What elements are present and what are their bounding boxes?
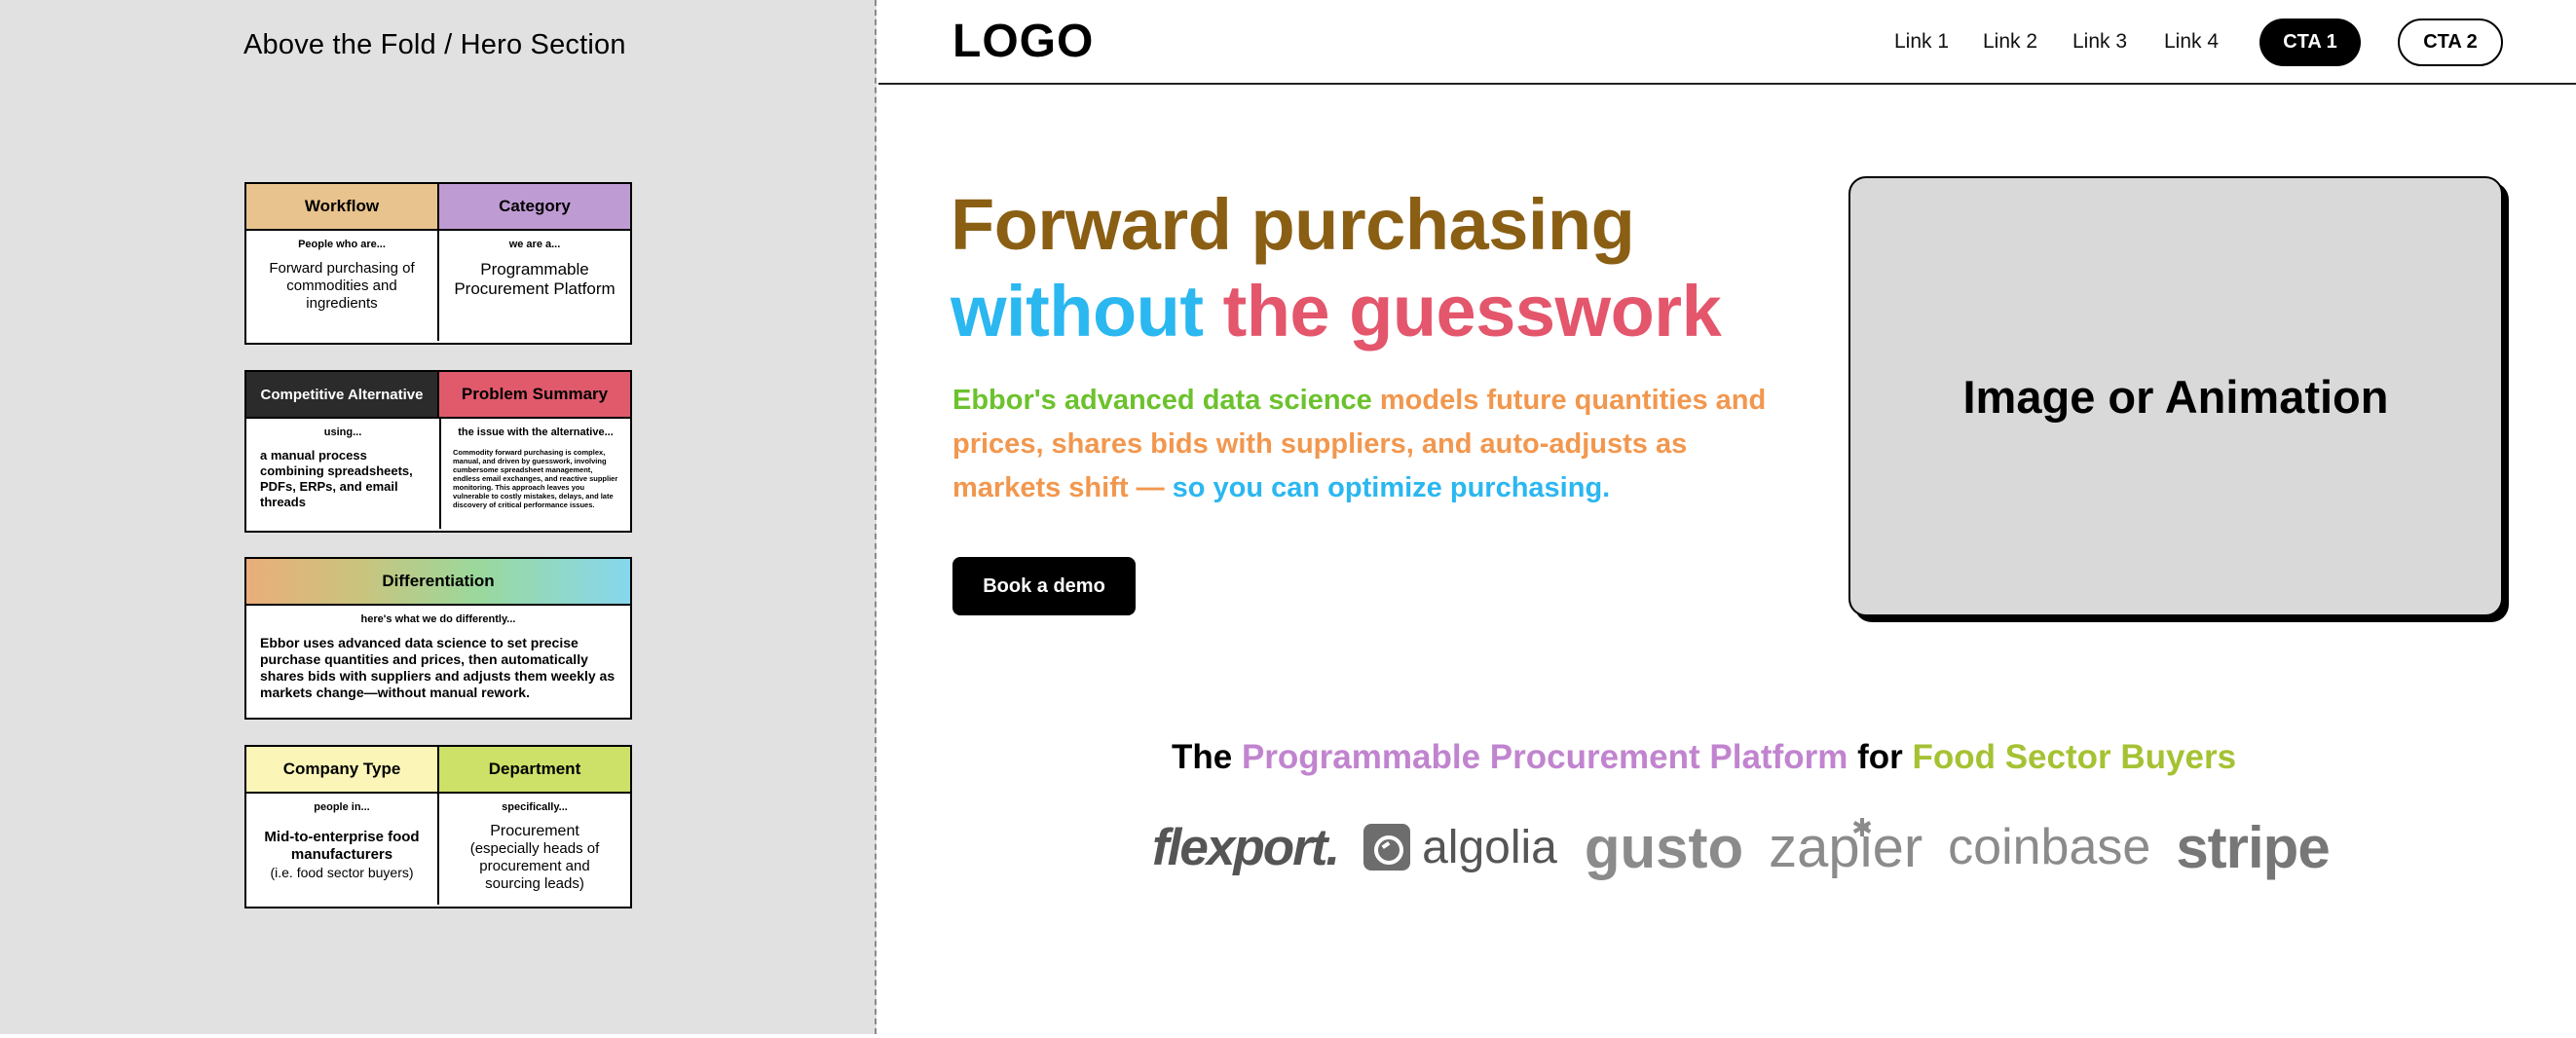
panel-title: Above the Fold / Hero Section (243, 29, 626, 60)
problem-text: Commodity forward purchasing is complex,… (453, 448, 618, 509)
workflow-body: People who are... Forward purchasing of … (246, 231, 437, 341)
stripe-logo: stripe (2176, 814, 2330, 880)
company-type-prompt: people in... (314, 801, 370, 813)
alternative-text: a manual process combining spreadsheets,… (260, 448, 413, 509)
alternative-problem-card: Competitive Alternative Problem Summary … (244, 370, 632, 533)
problem-prompt: the issue with the alternative... (458, 426, 614, 438)
company-type-body: people in... Mid-to-enterprise food manu… (246, 794, 437, 905)
alternative-body: using... a manual process combining spre… (246, 419, 439, 529)
subheadline-blue: so you can optimize purchasing. (1172, 472, 1611, 503)
algolia-stopwatch-icon (1363, 824, 1411, 871)
category-body: we are a... Programmable Procurement Pla… (437, 231, 630, 341)
zapier-wordmark: zapier (1769, 815, 1923, 879)
headline-line-1: Forward purchasing (951, 184, 1635, 265)
algolia-logo: algolia (1363, 821, 1557, 874)
cta-2-button[interactable]: CTA 2 (2398, 19, 2503, 66)
nav-link-4[interactable]: Link 4 (2164, 30, 2219, 54)
hero-headline: Forward purchasing without the guesswork (951, 181, 1722, 354)
headline-word-without: without (951, 271, 1204, 352)
department-note: (especially heads of procurement and sou… (469, 840, 600, 892)
media-placeholder-label: Image or Animation (1962, 370, 2389, 423)
headline-line-2: without the guesswork (951, 268, 1722, 354)
category-header: Category (437, 184, 630, 229)
differentiation-body: here's what we do differently... Ebbor u… (246, 606, 630, 709)
workflow-prompt: People who are... (298, 239, 386, 250)
social-proof-tagline: The Programmable Procurement Platform fo… (1172, 738, 2236, 777)
subheadline-green: Ebbor's advanced data science (952, 385, 1372, 416)
department-header: Department (437, 747, 630, 792)
workflow-text: Forward purchasing of commodities and in… (269, 260, 415, 312)
differentiation-header: Differentiation (382, 572, 495, 590)
company-department-card: Company Type Department people in... Mid… (244, 745, 632, 908)
department-prompt: specifically... (502, 801, 568, 813)
hero-media-placeholder: Image or Animation (1848, 176, 2503, 616)
hero-subheadline: Ebbor's advanced data science models fut… (952, 379, 1780, 510)
differentiation-prompt: here's what we do differently... (360, 613, 516, 625)
zapier-asterisk-icon: ✱ (1851, 812, 1873, 842)
flexport-logo: flexport. (1152, 818, 1340, 876)
headline-the-guesswork: the guesswork (1222, 271, 1722, 352)
category-prompt: we are a... (508, 239, 561, 250)
navbar: LOGO Link 1 Link 2 Link 3 Link 4 CTA 1 C… (878, 0, 2576, 85)
tagline-audience: Food Sector Buyers (1912, 738, 2237, 776)
company-type-header: Company Type (246, 747, 437, 792)
differentiation-text: Ebbor uses advanced data science to set … (260, 635, 616, 700)
algolia-wordmark: algolia (1422, 821, 1557, 873)
site-logo[interactable]: LOGO (952, 15, 1094, 68)
cta-1-button[interactable]: CTA 1 (2259, 19, 2361, 66)
company-type-text: Mid-to-enterprise food manufacturers (264, 829, 420, 863)
category-text: Programmable Procurement Platform (454, 260, 616, 298)
book-demo-button[interactable]: Book a demo (952, 557, 1136, 615)
workflow-category-card: Workflow Category People who are... Forw… (244, 182, 632, 345)
differentiation-card: Differentiation here's what we do differ… (244, 557, 632, 720)
coinbase-logo: coinbase (1948, 819, 2151, 875)
nav-link-1[interactable]: Link 1 (1894, 30, 1949, 54)
competitive-alternative-header: Competitive Alternative (246, 372, 437, 417)
company-type-note: (i.e. food sector buyers) (270, 865, 414, 880)
tagline-for: for (1848, 738, 1913, 776)
positioning-panel: Above the Fold / Hero Section Workflow C… (0, 0, 877, 1034)
problem-body: the issue with the alternative... Commod… (439, 419, 630, 529)
department-body: specifically... Procurement (especially … (437, 794, 630, 905)
tagline-the: The (1172, 738, 1242, 776)
workflow-header: Workflow (246, 184, 437, 229)
problem-summary-header: Problem Summary (437, 372, 630, 417)
zapier-logo: zapier ✱ (1769, 812, 1923, 880)
department-text: Procurement (490, 823, 579, 839)
tagline-platform: Programmable Procurement Platform (1241, 738, 1848, 776)
nav-link-3[interactable]: Link 3 (2072, 30, 2127, 54)
alternative-prompt: using... (323, 426, 362, 438)
nav-link-2[interactable]: Link 2 (1983, 30, 2037, 54)
gusto-logo: gusto (1584, 814, 1744, 880)
customer-logos: flexport. algolia gusto zapier ✱ coinbase… (1152, 808, 2355, 886)
